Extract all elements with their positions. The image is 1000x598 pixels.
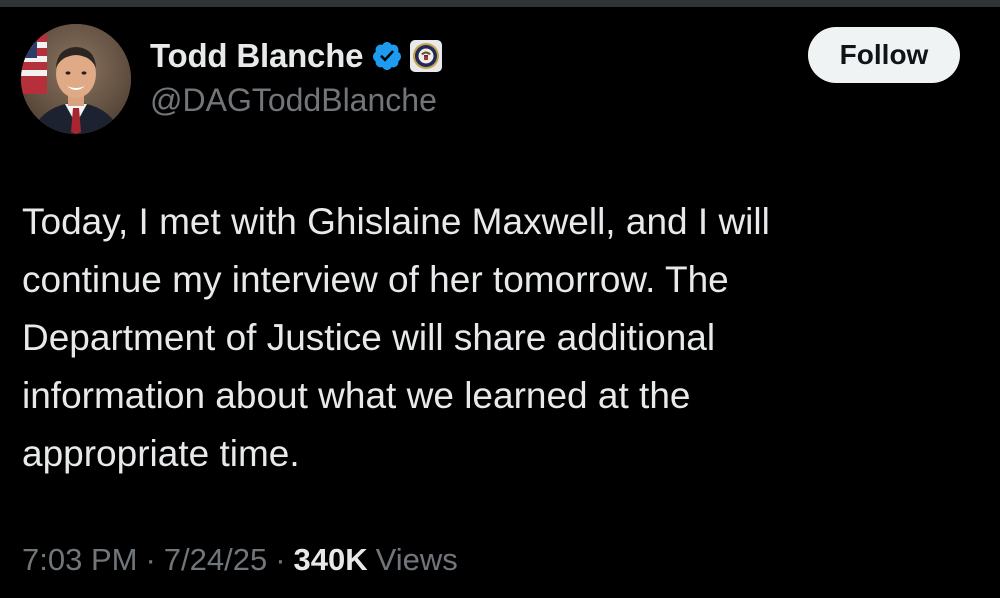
avatar[interactable] [21,24,131,134]
verified-badge-icon[interactable] [371,40,403,72]
avatar-image [21,24,131,134]
meta-separator: · [275,542,286,577]
views-count[interactable]: 340K [294,542,368,578]
author-name-row: Todd Blanche [150,36,443,76]
author-display-name[interactable]: Todd Blanche [150,37,364,75]
follow-button[interactable]: Follow [808,27,960,83]
meta-separator: · [145,542,156,577]
views-label[interactable]: Views [376,542,458,578]
author-handle[interactable]: @DAGToddBlanche [150,82,437,119]
tweet-card: Todd Blanche @DAGToddBlanche Follow Toda… [0,0,1000,598]
tweet-date[interactable]: 7/24/25 [164,542,267,578]
tweet-meta: 7:03 PM · 7/24/25 · 340K Views [22,538,458,582]
tweet-time[interactable]: 7:03 PM [22,542,137,578]
doj-seal-icon[interactable] [409,39,443,73]
tweet-text: Today, I met with Ghislaine Maxwell, and… [22,201,770,474]
